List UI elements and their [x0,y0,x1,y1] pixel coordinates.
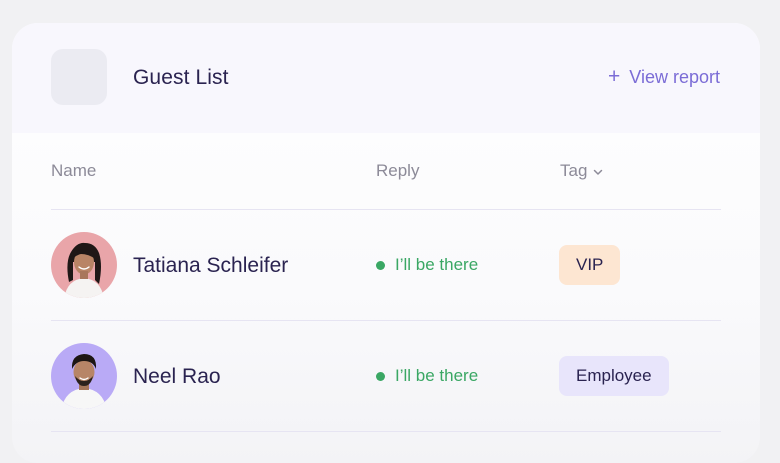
avatar-portrait [51,343,117,409]
guest-name: Neel Rao [133,365,221,388]
status-dot-icon [376,371,385,381]
avatar [51,232,117,298]
list-logo-placeholder [51,49,107,105]
tag-badge: Employee [559,356,669,396]
column-header-tag-label: Tag [560,161,588,180]
tag-badge: VIP [559,245,621,285]
guest-name: Tatiana Schleifer [133,254,289,277]
avatar-portrait [51,232,117,298]
chevron-down-icon [594,169,603,175]
table-row[interactable]: Neel Rao I’ll be there Employee [12,321,760,431]
guest-list-card: Guest List + View report Name Reply Tag … [12,23,760,463]
view-report-label: View report [629,67,720,87]
page-title: Guest List [133,66,229,89]
table-divider [51,431,721,432]
reply-status-label: I’ll be there [395,366,479,385]
column-header-name: Name [51,161,97,180]
reply-status-label: I’ll be there [395,255,479,274]
avatar [51,343,117,409]
card-header: Guest List + View report [12,23,760,133]
plus-icon: + [608,65,621,88]
status-dot-icon [376,260,385,270]
table-row[interactable]: Tatiana Schleifer I’ll be there VIP [12,210,760,320]
column-header-reply: Reply [376,161,420,180]
reply-status: I’ll be there [376,255,478,275]
view-report-button[interactable]: + View report [608,65,720,88]
column-header-tag[interactable]: Tag [560,161,603,181]
reply-status: I’ll be there [376,366,478,386]
